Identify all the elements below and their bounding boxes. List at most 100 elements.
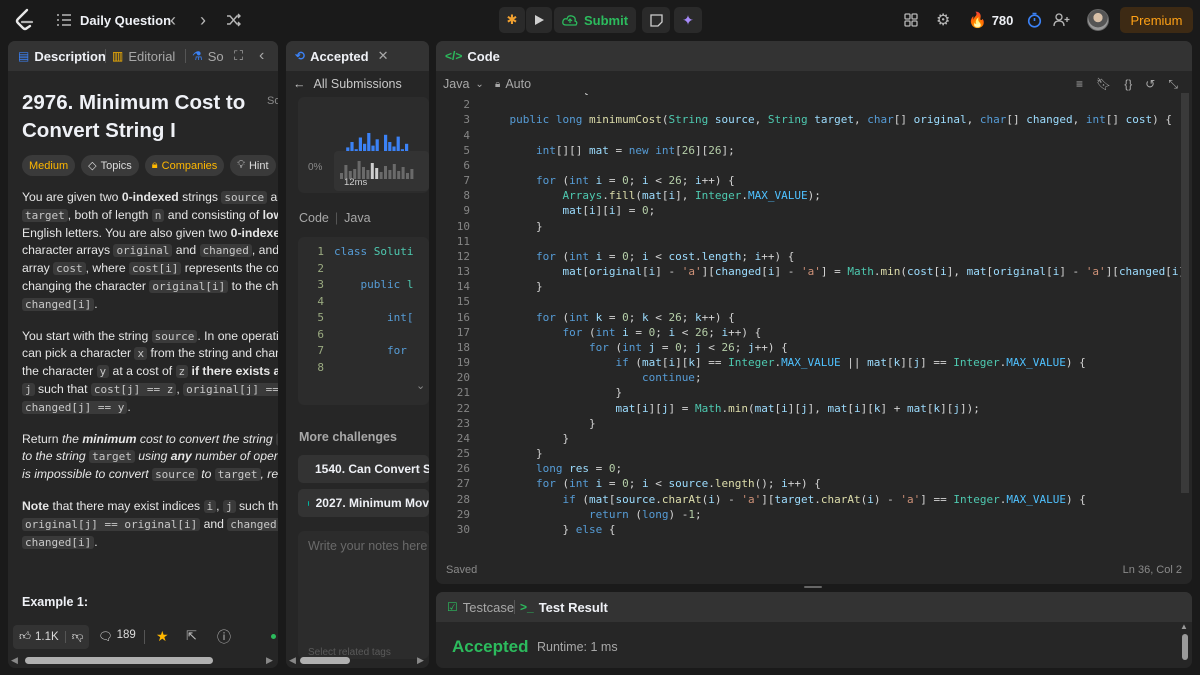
expand-code-icon[interactable]: ⌄: [416, 379, 425, 392]
result-scrollbar[interactable]: ▲: [1180, 622, 1190, 668]
ai-assist-button[interactable]: ✦: [674, 7, 702, 33]
code-line[interactable]: Arrays.fill(mat[i], Integer.MAX_VALUE);: [483, 189, 820, 202]
code-line[interactable]: public long minimumCost(String source, S…: [483, 113, 1172, 126]
dislike-button[interactable]: 👎︎: [66, 630, 84, 644]
premium-button[interactable]: Premium: [1120, 7, 1193, 33]
tab-solutions[interactable]: ⚗ So: [192, 41, 224, 71]
language-selector[interactable]: Java ⌄: [443, 75, 484, 93]
notes-area[interactable]: Write your notes here Select related tag…: [298, 531, 429, 659]
code-line[interactable]: class Solution {: [483, 93, 589, 96]
close-tab-icon[interactable]: ✕: [378, 48, 389, 64]
random-problem-button[interactable]: [226, 0, 242, 40]
editor-scrollbar[interactable]: [1181, 93, 1189, 493]
code-line[interactable]: return (long) -1;: [483, 508, 702, 521]
companies-button[interactable]: 🔒︎ Companies: [144, 155, 225, 176]
problem-list-button[interactable]: Daily Question: [56, 0, 171, 40]
tab-description-label: Description: [34, 48, 106, 64]
code-label: Code: [299, 211, 329, 225]
challenge-item[interactable]: 2027. Minimum Mov: [298, 489, 429, 517]
run-button[interactable]: [526, 7, 552, 33]
auto-mode-toggle[interactable]: 🔒︎ Auto: [495, 75, 531, 93]
debug-button[interactable]: ✱: [499, 7, 525, 33]
tab-code[interactable]: </> Code: [445, 41, 500, 71]
code-line[interactable]: mat[i][i] = 0;: [483, 204, 655, 217]
submission-scrollbar[interactable]: ◀ ▶: [286, 653, 429, 667]
code-line[interactable]: for (int i = 0; i < 26; i++) {: [483, 174, 735, 187]
hint-button[interactable]: 💡︎ Hint: [230, 155, 276, 176]
code-line[interactable]: }: [483, 386, 622, 399]
streak-counter[interactable]: 🔥 780: [968, 0, 1013, 40]
code-line[interactable]: }: [483, 447, 543, 460]
code-editor[interactable]: 1 class Solution {2 3 public long minimum…: [436, 93, 1192, 553]
tab-testcase[interactable]: ☑ Testcase: [447, 592, 514, 622]
code-line[interactable]: for (int i = 0; i < cost.length; i++) {: [483, 250, 794, 263]
code-line[interactable]: [483, 129, 490, 142]
scrollbar-thumb[interactable]: [25, 657, 213, 664]
submission-code-line: 4: [298, 295, 334, 308]
code-line[interactable]: if (mat[source.charAt(i) - 'a'][target.c…: [483, 493, 1085, 506]
more-challenges-heading: More challenges: [299, 430, 397, 444]
editor-toolbar: ≡ 🔖︎ {} ↺ ⤡: [1076, 75, 1178, 93]
timer-button[interactable]: [1027, 0, 1042, 40]
code-line[interactable]: for (int i = 0; i < source.length(); i++…: [483, 477, 821, 490]
braces-button[interactable]: {}: [1124, 77, 1132, 91]
add-friend-button[interactable]: [1053, 0, 1070, 40]
code-line[interactable]: continue;: [483, 371, 702, 384]
layout-button[interactable]: [904, 0, 918, 40]
avatar[interactable]: [1087, 0, 1109, 40]
code-line[interactable]: [483, 295, 490, 308]
tab-editorial[interactable]: ▥ Editorial: [112, 41, 175, 71]
favorite-button[interactable]: ★: [156, 628, 169, 645]
code-text: for: [386, 344, 407, 357]
notes-button[interactable]: [642, 7, 670, 33]
code-line[interactable]: }: [483, 417, 596, 430]
chevron-left-icon: ‹: [170, 9, 176, 30]
format-button[interactable]: ≡: [1076, 77, 1083, 91]
leetcode-logo[interactable]: [14, 0, 36, 40]
challenge-item[interactable]: 1540. Can Convert St: [298, 455, 429, 483]
maximize-button[interactable]: ⛶: [234, 41, 243, 71]
code-line[interactable]: int[][] mat = new int[26][26];: [483, 144, 735, 157]
code-line[interactable]: if (mat[i][k] == Integer.MAX_VALUE || ma…: [483, 356, 1085, 369]
scrollbar-thumb[interactable]: [1182, 634, 1188, 660]
code-line[interactable]: mat[i][j] = Math.min(mat[i][j], mat[i][k…: [483, 402, 979, 415]
histogram-bar: [388, 170, 392, 179]
horizontal-scrollbar[interactable]: ◀ ▶: [8, 653, 278, 667]
submit-button[interactable]: Submit: [554, 7, 636, 33]
code-line[interactable]: for (int j = 0; j < 26; j++) {: [483, 341, 788, 354]
resize-handle[interactable]: [804, 586, 822, 588]
code-line[interactable]: }: [483, 432, 569, 445]
prev-problem-button[interactable]: ‹: [170, 0, 176, 40]
sparkle-icon: ✦: [682, 11, 694, 28]
submission-code-view[interactable]: 1 class Soluti 2 3 public l45 int[6 7 for 8 …: [298, 237, 429, 405]
share-button[interactable]: ⇱: [186, 628, 197, 644]
bookmark-button[interactable]: 🔖︎: [1096, 77, 1111, 91]
back-to-submissions-link[interactable]: ← All Submissions: [293, 75, 402, 93]
tab-accepted[interactable]: ⟲ Accepted ✕: [295, 41, 389, 71]
settings-button[interactable]: ⚙: [936, 0, 950, 40]
code-line[interactable]: [483, 235, 490, 248]
tab-description[interactable]: ▤ Description: [18, 41, 106, 71]
next-problem-button[interactable]: ›: [200, 0, 206, 40]
help-button[interactable]: ⓘ: [217, 627, 231, 647]
collapse-panel-button[interactable]: ‹: [259, 41, 264, 71]
code-line[interactable]: long res = 0;: [483, 462, 622, 475]
fullscreen-button[interactable]: ⤡: [1168, 77, 1178, 92]
reset-button[interactable]: ↺: [1145, 77, 1155, 91]
submission-code-line: 5 int[: [298, 311, 413, 324]
code-line[interactable]: }: [483, 220, 543, 233]
code-line[interactable]: for (int i = 0; i < 26; i++) {: [483, 326, 761, 339]
comments-button[interactable]: 🗨︎ 189: [98, 629, 136, 643]
scrollbar-thumb[interactable]: [300, 657, 350, 664]
tab-test-result[interactable]: >_ Test Result: [520, 592, 608, 622]
code-line[interactable]: [483, 159, 490, 172]
code-line[interactable]: for (int k = 0; k < 26; k++) {: [483, 311, 735, 324]
line-number: 16: [456, 310, 470, 324]
topics-button[interactable]: ◇ Topics: [81, 155, 139, 176]
terminal-icon: >_: [520, 600, 534, 614]
code-line[interactable]: mat[original[i] - 'a'][changed[i] - 'a']…: [483, 265, 1192, 278]
like-button[interactable]: 👍︎ 1.1K: [13, 630, 59, 644]
code-line[interactable]: } else {: [483, 523, 615, 536]
code-line[interactable]: }: [483, 280, 543, 293]
code-line[interactable]: [483, 98, 490, 111]
